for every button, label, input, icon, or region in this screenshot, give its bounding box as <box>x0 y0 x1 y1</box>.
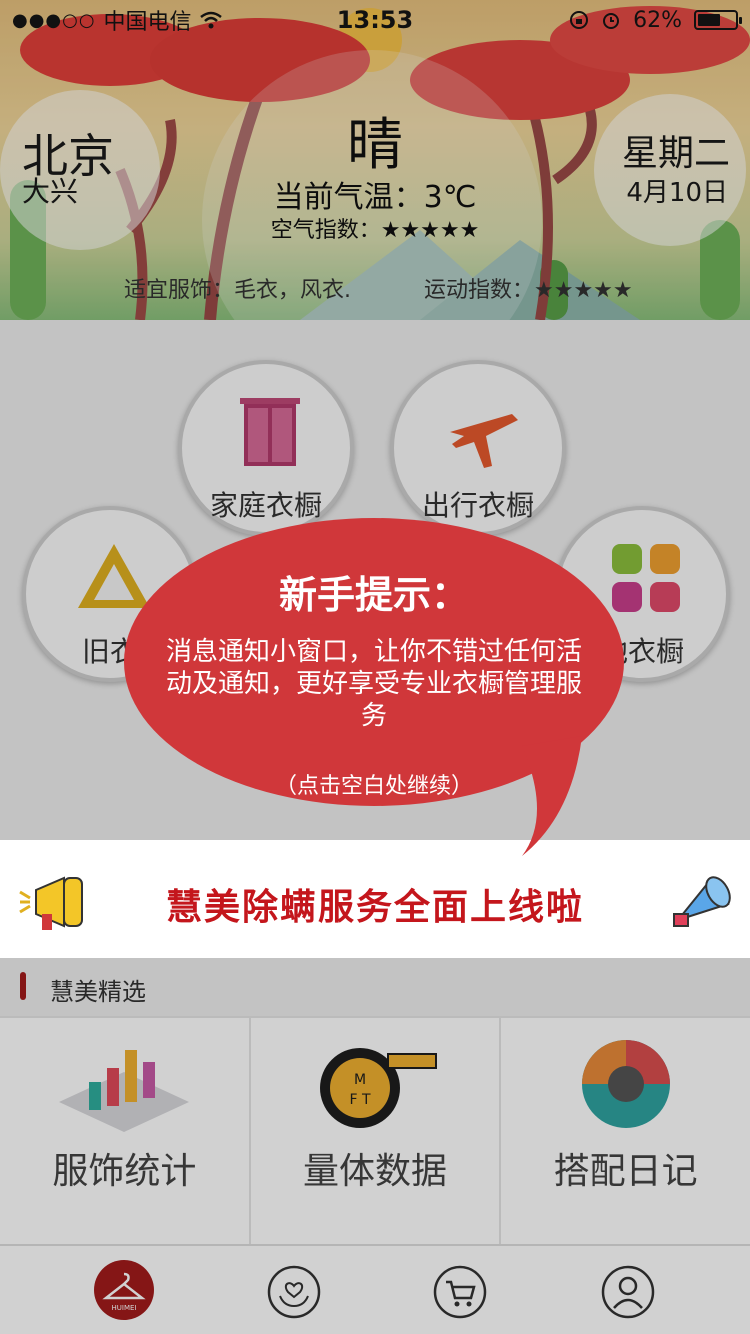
battery-icon <box>694 10 742 30</box>
banner-text: 慧美除螨服务全面上线啦 <box>165 887 584 928</box>
horn-icon <box>673 876 731 927</box>
tutorial-dim-bottom[interactable] <box>0 958 750 1334</box>
tip-body: 消息通知小窗口，让你不错过任何活动及通知，更好享受专业衣橱管理服务 <box>165 637 582 731</box>
tutorial-tip-bubble[interactable]: 新手提示： 消息通知小窗口，让你不错过任何活动及通知，更好享受专业衣橱管理服务 … <box>122 516 626 866</box>
tip-hint: （点击空白处继续） <box>274 774 473 799</box>
tip-title: 新手提示： <box>278 573 469 617</box>
status-time: 13:53 <box>336 6 414 34</box>
status-bar: ●●●○○ 中国电信 13:53 62% <box>0 0 750 40</box>
